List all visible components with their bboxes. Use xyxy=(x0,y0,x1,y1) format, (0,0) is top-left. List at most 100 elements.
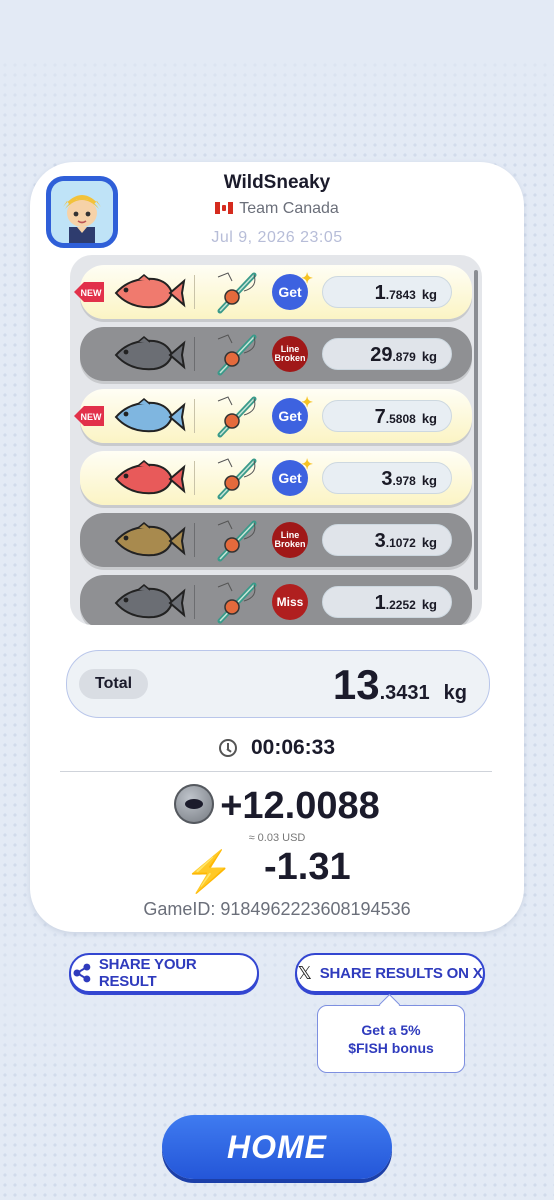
new-badge-label: NEW xyxy=(81,288,103,298)
catch-list-scrollbar[interactable] xyxy=(474,270,478,590)
result-card: WildSneaky Team Canada Jul 9, 2026 23:05… xyxy=(30,162,524,932)
catch-status-badge: Miss xyxy=(272,584,308,620)
sparkle-icon: ✦ xyxy=(301,394,313,410)
catch-row: Line Broken 29.879 kg xyxy=(80,327,472,381)
total-weight-dec: .3431 xyxy=(379,682,430,704)
weight-dec: .2252 xyxy=(385,598,416,612)
row-divider xyxy=(194,337,195,371)
catch-weight: 1.7843 kg xyxy=(322,276,452,308)
weight-int: 29 xyxy=(370,344,393,366)
fishing-rod-icon xyxy=(217,334,257,376)
share-result-button[interactable]: SHARE YOUR RESULT xyxy=(69,953,259,993)
total-weight-panel: Total 13.3431 kg xyxy=(66,650,490,718)
weight-dec: .1072 xyxy=(385,536,416,550)
home-button[interactable]: HOME xyxy=(162,1115,392,1179)
game-timer: 00:06:33 xyxy=(30,736,524,760)
status-label: Get xyxy=(278,284,302,300)
weight-dec: .7843 xyxy=(385,288,416,302)
catch-status-badge: Line Broken xyxy=(272,522,308,558)
catch-row: NEW Get ✦ 1.7843 kg xyxy=(74,265,472,319)
energy-value: -1.31 xyxy=(264,846,351,888)
lightning-icon: ⚡ xyxy=(184,850,234,894)
fish-icon xyxy=(114,522,186,557)
energy-cost: ⚡ -1.31 xyxy=(180,842,380,894)
new-badge: NEW xyxy=(74,406,104,426)
catch-weight: 3.978 kg xyxy=(322,462,452,494)
row-divider xyxy=(194,461,195,495)
weight-unit: kg xyxy=(421,287,437,302)
total-weight: 13.3431 kg xyxy=(333,661,467,709)
weight-int: 7 xyxy=(374,406,386,428)
catch-weight: 1.2252 kg xyxy=(322,586,452,618)
fishing-rod-icon xyxy=(217,396,257,438)
catch-weight: 29.879 kg xyxy=(322,338,452,370)
weight-unit: kg xyxy=(421,597,437,612)
weight-int: 1 xyxy=(374,592,386,614)
weight-unit: kg xyxy=(421,349,437,364)
row-divider xyxy=(194,399,195,433)
fish-token-icon xyxy=(174,784,215,824)
fish-icon xyxy=(114,584,186,619)
total-weight-int: 13 xyxy=(332,661,380,708)
catch-row: NEW Get ✦ 7.5808 kg xyxy=(74,389,472,443)
weight-dec: .978 xyxy=(392,474,416,488)
weight-unit: kg xyxy=(421,473,437,488)
weight-int: 3 xyxy=(374,530,386,552)
share-on-x-button[interactable]: 𝕏 SHARE RESULTS ON X xyxy=(295,953,485,993)
catch-status-badge: Get ✦ xyxy=(272,457,313,496)
reward-value: +12.0088 xyxy=(220,785,380,827)
fish-icon xyxy=(114,398,186,433)
catch-list[interactable]: NEW Get ✦ 1.7843 kg Line Broken 29.879 kg NEW Get ✦… xyxy=(70,255,482,625)
weight-int: 1 xyxy=(374,282,386,304)
status-label: Line Broken xyxy=(274,530,306,549)
status-label: Get xyxy=(278,470,302,486)
clock-icon xyxy=(218,739,237,757)
game-id: GameID: 9184962223608194536 xyxy=(143,899,411,919)
total-weight-unit: kg xyxy=(443,682,467,704)
sparkle-icon: ✦ xyxy=(301,456,313,472)
fish-icon xyxy=(114,274,186,309)
catch-status-badge: Get ✦ xyxy=(272,395,313,434)
row-divider xyxy=(194,523,195,557)
row-divider xyxy=(194,585,195,619)
fishing-rod-icon xyxy=(217,458,257,500)
fish-icon xyxy=(114,336,186,371)
canada-flag-icon xyxy=(215,202,234,214)
weight-dec: .5808 xyxy=(385,412,416,426)
weight-unit: kg xyxy=(421,411,437,426)
bonus-tooltip: Get a 5% $FISH bonus xyxy=(317,1005,465,1073)
game-datetime: Jul 9, 2026 23:05 xyxy=(211,229,343,246)
status-label: Miss xyxy=(276,595,304,609)
catch-row: Line Broken 3.1072 kg xyxy=(80,513,472,567)
fish-icon xyxy=(114,460,186,495)
row-divider xyxy=(194,275,195,309)
share-icon xyxy=(73,963,91,983)
divider xyxy=(60,771,492,772)
weight-dec: .879 xyxy=(392,350,416,364)
catch-weight: 3.1072 kg xyxy=(322,524,452,556)
x-logo-icon: 𝕏 xyxy=(297,962,312,984)
team-label: Team Canada xyxy=(30,200,524,218)
new-badge-label: NEW xyxy=(81,412,103,422)
catch-weight: 7.5808 kg xyxy=(322,400,452,432)
share-result-label: SHARE YOUR RESULT xyxy=(98,956,197,990)
fishing-rod-icon xyxy=(217,582,257,624)
bonus-line1: Get a 5% xyxy=(361,1022,421,1038)
bonus-line2: $FISH bonus xyxy=(348,1040,434,1056)
catch-row: Get ✦ 3.978 kg xyxy=(80,451,472,505)
timer-value: 00:06:33 xyxy=(250,736,336,759)
weight-unit: kg xyxy=(421,535,437,550)
team-name: Team Canada xyxy=(239,200,339,217)
share-on-x-label: SHARE RESULTS ON X xyxy=(319,964,483,982)
fishing-rod-icon xyxy=(217,272,257,314)
status-label: Get xyxy=(278,408,302,424)
sparkle-icon: ✦ xyxy=(301,270,313,286)
catch-row: Miss 1.2252 kg xyxy=(80,575,472,625)
home-label: HOME xyxy=(227,1128,327,1165)
catch-status-badge: Line Broken xyxy=(272,336,308,372)
fish-reward: +12.0088 xyxy=(30,784,524,828)
username: WildSneaky xyxy=(223,172,331,193)
fishing-rod-icon xyxy=(217,520,257,562)
new-badge: NEW xyxy=(74,282,104,302)
total-label: Total xyxy=(79,669,149,699)
